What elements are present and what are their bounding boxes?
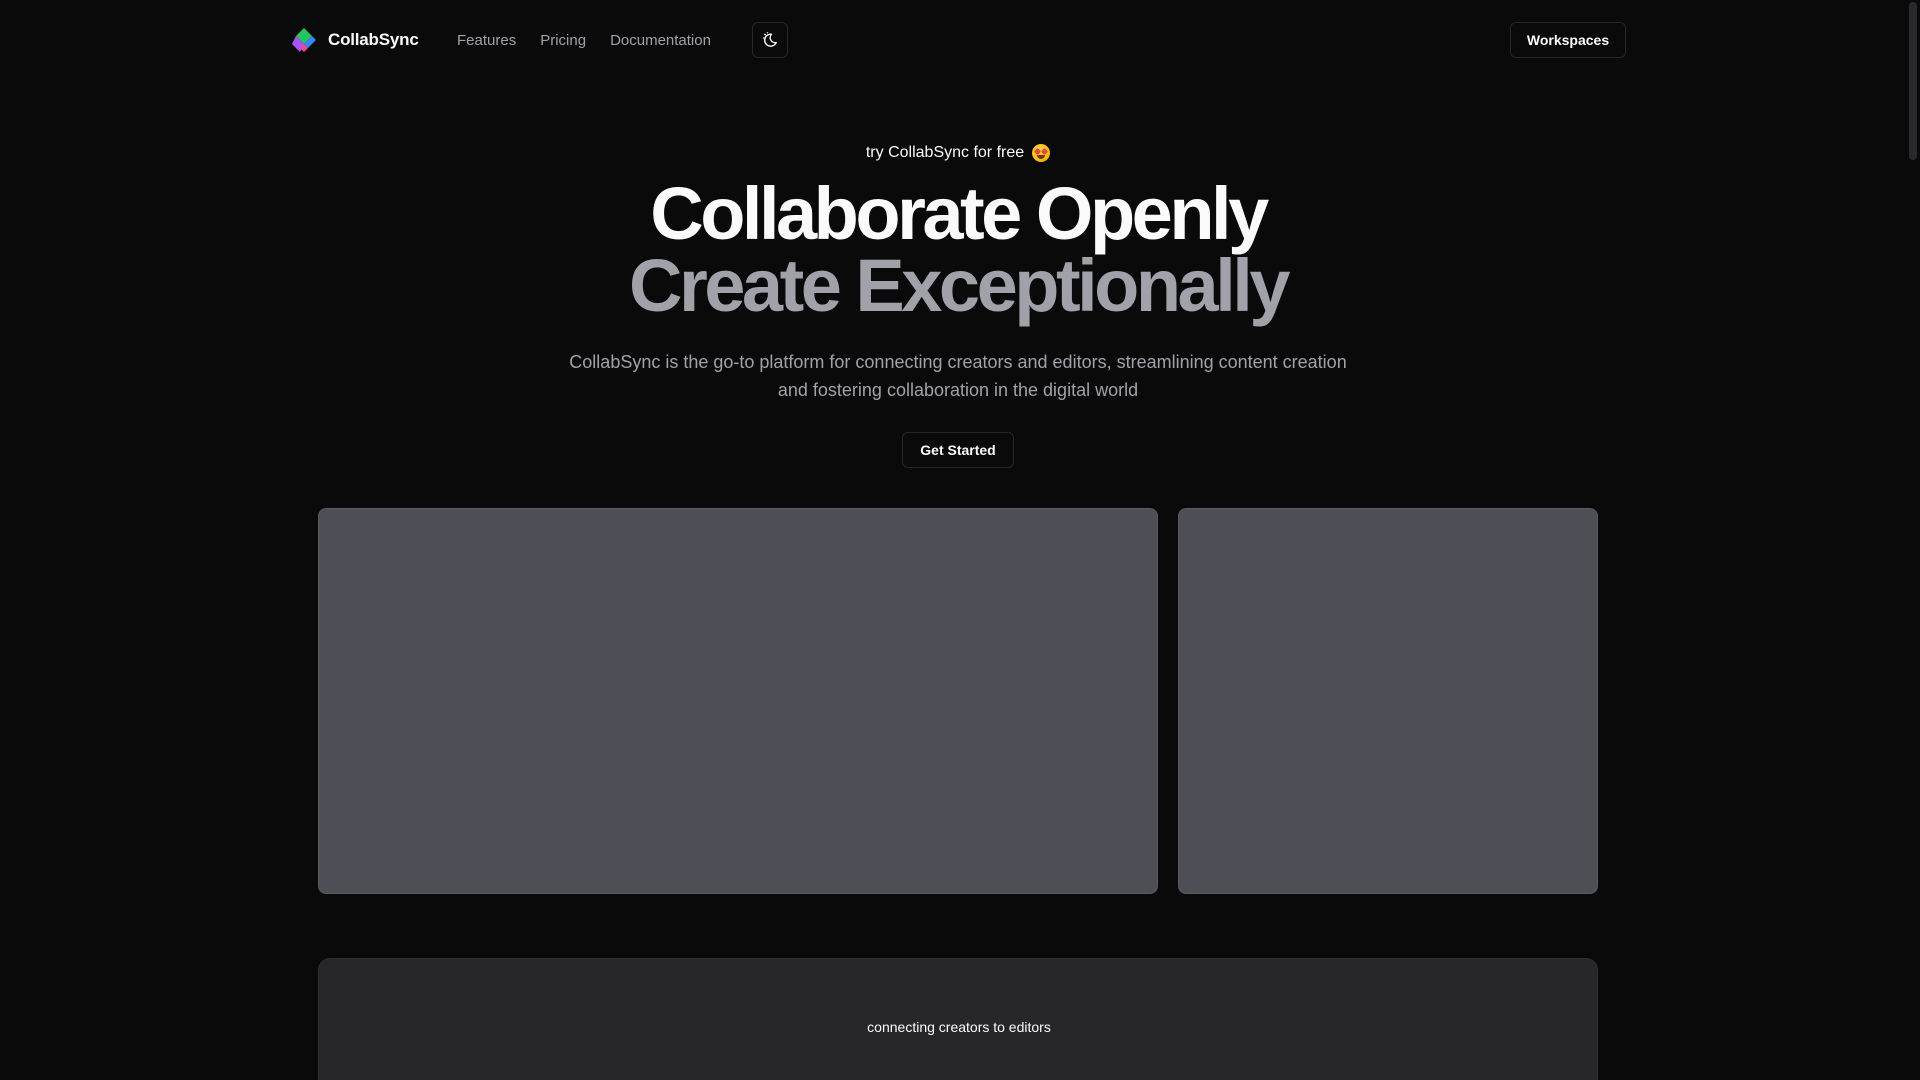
scrollbar-thumb[interactable] (1909, 2, 1917, 160)
theme-toggle-button[interactable] (752, 22, 788, 58)
hero-eyebrow-text: try CollabSync for free (865, 144, 1025, 161)
page-scrollbar[interactable] (1904, 0, 1920, 1080)
feature-eyebrow: connecting creators to editors (867, 1019, 1051, 1035)
collabsync-logo-icon (292, 28, 316, 52)
site-header: CollabSync Features Pricing Documentatio… (0, 0, 1920, 80)
star-struck-emoji-icon (1032, 144, 1051, 162)
hero-headline-line1: Collaborate Openly (650, 172, 1269, 255)
nav-link-pricing[interactable]: Pricing (540, 32, 586, 49)
brand-name: CollabSync (328, 30, 419, 49)
landing-page: CollabSync Features Pricing Documentatio… (0, 0, 1920, 1080)
hero-headline-line2: Create Exceptionally (629, 244, 1290, 327)
get-started-button[interactable]: Get Started (902, 432, 1014, 468)
preview-card-small (1178, 508, 1598, 894)
hero-eyebrow: try CollabSync for free (0, 144, 1916, 162)
hero-subtext: CollabSync is the go-to platform for con… (569, 352, 1347, 400)
nav-link-features[interactable]: Features (457, 32, 516, 49)
moon-sparkle-icon (762, 32, 777, 47)
brand[interactable]: CollabSync (290, 26, 419, 54)
main-nav: Features Pricing Documentation (457, 28, 711, 52)
preview-card-large (318, 508, 1158, 894)
hero-headline: Collaborate Openly Create Exceptionally (0, 172, 1916, 327)
workspaces-button[interactable]: Workspaces (1510, 22, 1626, 58)
nav-link-documentation[interactable]: Documentation (610, 32, 711, 49)
feature-section: connecting creators to editors (318, 958, 1598, 1080)
